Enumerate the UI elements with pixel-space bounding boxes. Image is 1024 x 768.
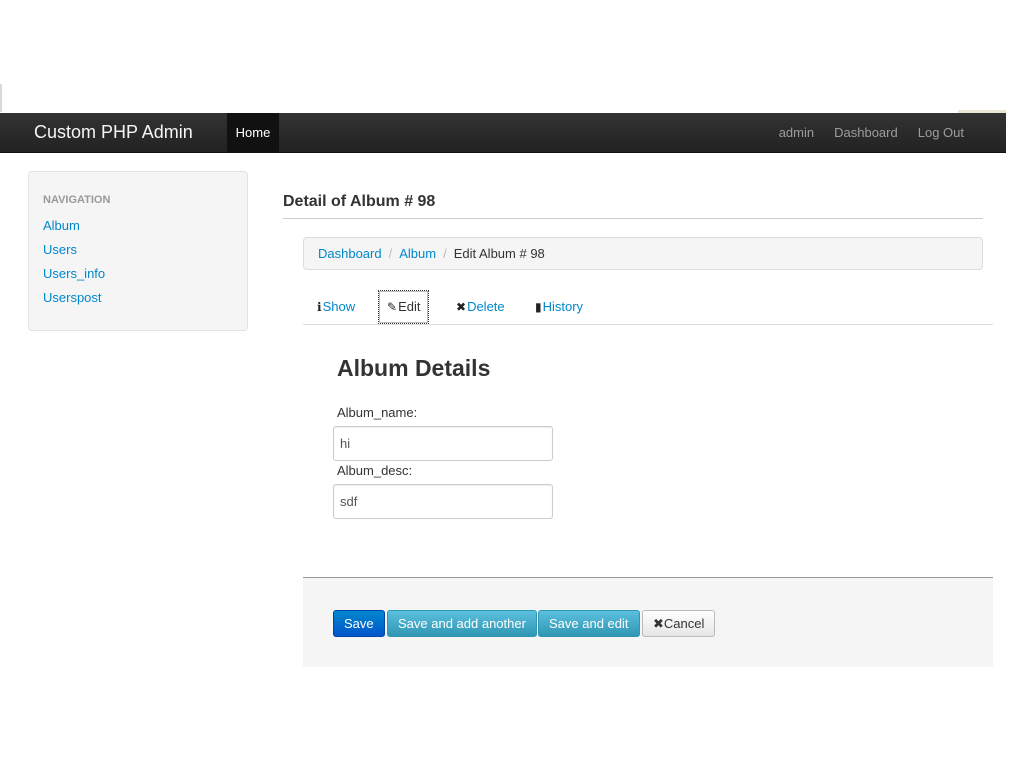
sidebar-header: NAVIGATION (43, 194, 111, 206)
action-tabs: ℹShow ✎Edit ✖Delete ▮History (303, 290, 993, 325)
sidebar-item-userspost[interactable]: Userspost (43, 286, 233, 310)
tab-history-label: History (542, 299, 584, 314)
nav-dashboard-link[interactable]: Dashboard (834, 113, 898, 153)
tab-edit[interactable]: ✎Edit (378, 290, 430, 324)
breadcrumb-current: Edit Album # 98 (453, 246, 545, 261)
breadcrumb-dashboard[interactable]: Dashboard (318, 246, 382, 261)
breadcrumb-album[interactable]: Album (399, 246, 436, 261)
tab-edit-label: Edit (398, 299, 421, 314)
sidebar-item-album[interactable]: Album (43, 214, 233, 238)
edge-mark (0, 84, 2, 112)
nav-logout-link[interactable]: Log Out (918, 113, 964, 153)
album-name-label: Album_name: (337, 405, 418, 420)
save-and-add-another-button[interactable]: Save and add another (387, 610, 537, 637)
book-icon: ▮ (535, 300, 542, 314)
breadcrumb: Dashboard / Album / Edit Album # 98 (303, 237, 983, 270)
tab-delete[interactable]: ✖Delete (448, 290, 513, 324)
pencil-icon: ✎ (387, 300, 398, 314)
sidebar-item-users[interactable]: Users (43, 238, 233, 262)
breadcrumb-separator: / (388, 246, 393, 261)
save-button[interactable]: Save (333, 610, 385, 637)
info-icon: ℹ (317, 300, 322, 314)
breadcrumb-separator: / (443, 246, 447, 261)
cancel-label: Cancel (663, 616, 705, 631)
top-strip (0, 0, 1006, 113)
form-title: Album Details (337, 355, 491, 381)
page-title: Detail of Album # 98 (283, 193, 983, 219)
tab-show-label: Show (322, 299, 356, 314)
brand-link[interactable]: Custom PHP Admin (34, 113, 193, 153)
navbar-right: admin Dashboard Log Out (759, 113, 964, 153)
cancel-button[interactable]: ✖Cancel (642, 610, 716, 637)
sidebar-item-users-info[interactable]: Users_info (43, 262, 233, 286)
album-name-input[interactable] (333, 426, 553, 461)
nav-home-link[interactable]: Home (227, 113, 279, 153)
navbar: Custom PHP Admin Home admin Dashboard Lo… (0, 113, 1006, 153)
tab-history[interactable]: ▮History (527, 290, 591, 324)
tab-delete-label: Delete (467, 299, 505, 314)
album-desc-label: Album_desc: (337, 463, 413, 478)
nav-user-link[interactable]: admin (779, 113, 814, 153)
form-actions: Save Save and add another Save and edit … (303, 577, 993, 667)
save-and-edit-button[interactable]: Save and edit (538, 610, 640, 637)
close-icon: ✖ (653, 616, 664, 631)
album-desc-input[interactable] (333, 484, 553, 519)
close-icon: ✖ (456, 300, 467, 314)
tab-show[interactable]: ℹShow (309, 290, 363, 324)
sidebar: NAVIGATION Album Users Users_info Usersp… (28, 171, 248, 331)
